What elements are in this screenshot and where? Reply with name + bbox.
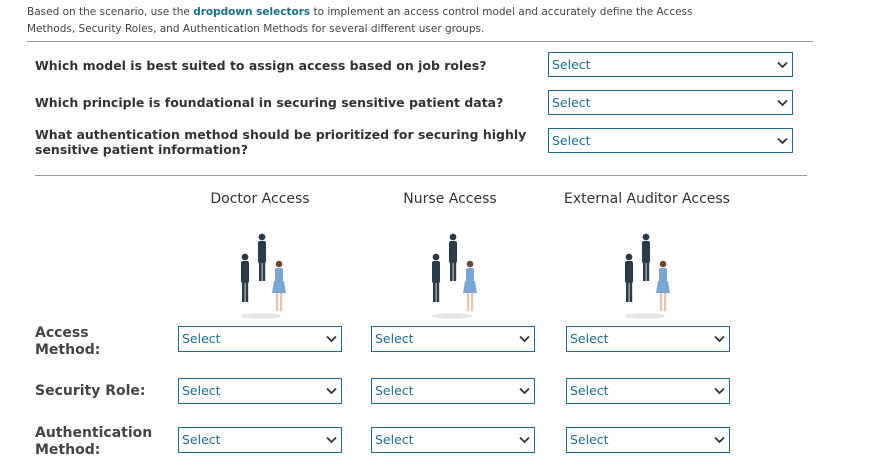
chevron-down-icon (714, 436, 725, 444)
question-label-2: Which principle is foundational in secur… (35, 95, 504, 110)
user-group-icon (432, 233, 477, 319)
select-value: Select (552, 95, 591, 110)
chevron-down-icon (777, 137, 788, 145)
auditor-authentication-method-select[interactable]: Select (566, 427, 730, 453)
chevron-down-icon (326, 387, 337, 395)
user-group-icon (625, 233, 670, 319)
chevron-down-icon (777, 99, 788, 107)
select-value: Select (570, 331, 609, 346)
select-value: Select (375, 331, 414, 346)
divider-middle (35, 175, 807, 176)
user-group-icon (241, 233, 286, 319)
select-value: Select (570, 432, 609, 447)
divider-top (27, 41, 813, 42)
auditor-security-role-select[interactable]: Select (566, 378, 730, 404)
nurse-access-method-select[interactable]: Select (371, 326, 535, 352)
doctor-security-role-select[interactable]: Select (178, 378, 342, 404)
chevron-down-icon (519, 436, 530, 444)
select-value: Select (375, 383, 414, 398)
question-select-2[interactable]: Select (548, 90, 793, 115)
row-label-access-method: Access Method: (35, 325, 101, 358)
select-value: Select (182, 331, 221, 346)
group-title-doctor: Doctor Access (210, 191, 310, 207)
instructions: Based on the scenario, use the dropdown … (27, 4, 727, 38)
chevron-down-icon (519, 387, 530, 395)
select-value: Select (182, 432, 221, 447)
nurse-security-role-select[interactable]: Select (371, 378, 535, 404)
chevron-down-icon (777, 61, 788, 69)
chevron-down-icon (714, 335, 725, 343)
row-label-authentication-method: Authentication Method: (35, 425, 153, 458)
question-select-3[interactable]: Select (548, 128, 793, 153)
chevron-down-icon (714, 387, 725, 395)
question-label-3: What authentication method should be pri… (35, 127, 527, 157)
instructions-text-before: Based on the scenario, use the (27, 6, 194, 18)
chevron-down-icon (326, 335, 337, 343)
instructions-emphasis: dropdown selectors (193, 6, 311, 18)
select-value: Select (552, 57, 591, 72)
select-value: Select (182, 383, 221, 398)
chevron-down-icon (519, 335, 530, 343)
row-label-security-role: Security Role: (35, 383, 146, 399)
doctor-authentication-method-select[interactable]: Select (178, 427, 342, 453)
select-value: Select (375, 432, 414, 447)
question-select-1[interactable]: Select (548, 52, 793, 77)
select-value: Select (570, 383, 609, 398)
group-title-nurse: Nurse Access (403, 191, 497, 207)
nurse-authentication-method-select[interactable]: Select (371, 427, 535, 453)
group-title-auditor: External Auditor Access (564, 191, 730, 207)
chevron-down-icon (326, 436, 337, 444)
select-value: Select (552, 133, 591, 148)
question-label-1: Which model is best suited to assign acc… (35, 58, 487, 73)
doctor-access-method-select[interactable]: Select (178, 326, 342, 352)
auditor-access-method-select[interactable]: Select (566, 326, 730, 352)
